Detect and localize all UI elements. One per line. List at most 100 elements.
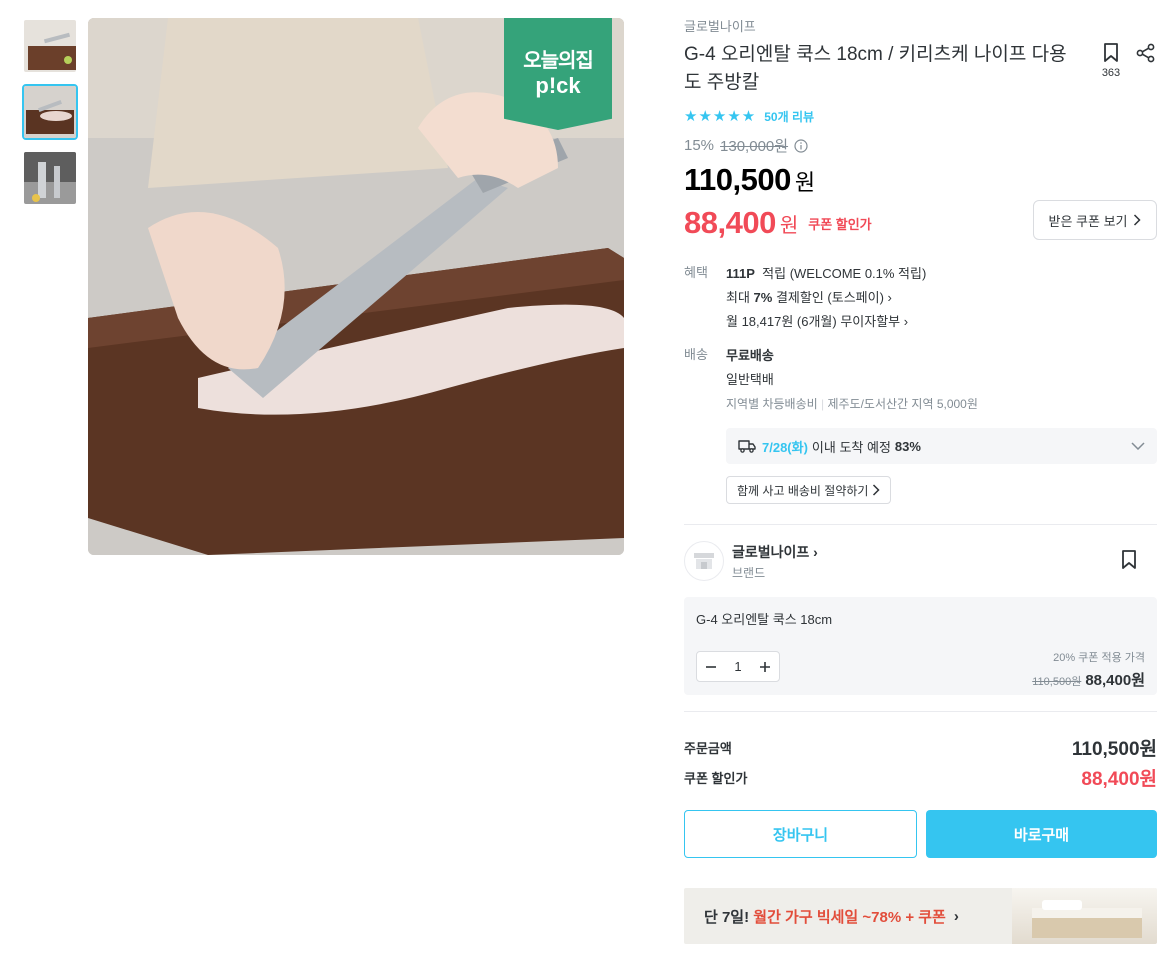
benefits-key: 혜택 [684,265,708,280]
bookmark-icon [1122,550,1136,569]
promo-banner[interactable]: 단 7일! 월간 가구 빅세일 ~78% + 쿠폰 › [684,888,1157,944]
pay-percent: 7% [753,290,773,305]
option-name: G-4 오리엔탈 쿡스 18cm [696,612,833,627]
together-wrapper: 함께 사고 배송비 절약하기 [726,464,1157,504]
chevron-right-icon: › [887,290,892,305]
order-total-value: 110,500원 [1071,738,1157,760]
discount-rate: 15% [684,137,715,154]
shipping-extra-b: 제주도/도서산간 지역 5,000원 [827,397,978,411]
points-line: 111P 적립 (WELCOME 0.1% 적립) [726,262,1157,286]
thumbnail-image [24,20,76,72]
bookmark-count: 363 [1101,67,1121,79]
purchase-buttons: 장바구니 바로구매 [684,810,1157,858]
quantity-value: 1 [734,659,742,674]
shipping-extra-a: 지역별 차등배송비 [726,397,818,411]
share-button[interactable] [1135,42,1157,79]
eta-date: 7/28(화) [762,439,808,455]
shipping-extra: 지역별 차등배송비 | 제주도/도서산간 지역 5,000원 [726,392,1157,416]
seller-name: 글로벌나이프 [732,543,810,560]
thumbnail-image [24,152,76,204]
review-count[interactable]: 50개 리뷰 [764,108,814,125]
eta-text: 이내 도착 예정 [811,439,891,455]
coupon-price-label: 쿠폰 할인가 [808,216,872,232]
star-rating-icon: ★★★★★ [684,108,757,125]
option-price-row: 110,500원 88,400원 [1032,669,1145,690]
rating-row[interactable]: ★★★★★ 50개 리뷰 [684,107,1157,125]
truck-icon [738,440,756,453]
selected-option-box: G-4 오리엔탈 쿡스 18cm 1 20% 쿠폰 적용 가격 110,500원… [684,597,1157,695]
pay-text: 결제할인 (토스페이) [775,290,884,305]
info-icon[interactable] [794,138,808,153]
bed-image [1032,900,1142,938]
shipping-type: 무료배송 [726,344,1157,368]
bundle-shipping-label: 함께 사고 배송비 절약하기 [737,483,869,498]
bundle-shipping-button[interactable]: 함께 사고 배송비 절약하기 [726,476,892,504]
divider [684,711,1157,712]
benefits-values: 111P 적립 (WELCOME 0.1% 적립) 최대 7% 결제할인 (토스… [726,262,1157,334]
store-icon [694,553,714,569]
eta-percent: 83% [894,438,921,454]
seller-sub: 브랜드 [732,565,766,580]
bookmark-button[interactable]: 363 [1101,42,1121,79]
order-total-label: 주문금액 [684,740,732,756]
chevron-right-icon [873,484,881,496]
shipping-values: 무료배송 일반택배 지역별 차등배송비 | 제주도/도서산간 지역 5,000원 [726,344,1157,416]
plus-icon[interactable] [759,661,771,673]
banner-prefix: 단 7일! [704,908,750,926]
shipping-key: 배송 [684,347,708,362]
seller-logo[interactable] [684,541,724,581]
coupon-total-value: 88,400원 [1081,768,1157,790]
title-actions: 363 [1101,42,1157,79]
product-info-panel: 글로벌나이프 G-4 오리엔탈 쿡스 18cm / 키리츠케 나이프 다용도 주… [684,0,1157,944]
share-icon [1136,43,1155,63]
option-price: 20% 쿠폰 적용 가격 110,500원 88,400원 [1032,649,1145,690]
chevron-right-icon: › [903,314,909,329]
separator: | [821,397,825,411]
badge-line1: 오늘의집 [523,50,594,72]
sale-price: 110,500 원 [684,162,1157,198]
seller-name-line: 글로벌나이프 › [732,542,818,562]
banner-image [1012,888,1157,944]
benefits-row: 혜택 111P 적립 (WELCOME 0.1% 적립) 최대 7% 결제할인 … [684,262,1157,334]
minus-icon[interactable] [705,661,717,673]
pick-badge: 오늘의집 p!ck [504,18,612,130]
sale-price-unit: 원 [794,170,815,195]
product-title: G-4 오리엔탈 쿡스 18cm / 키리츠케 나이프 다용도 주방칼 [684,44,1067,93]
banner-highlight: 월간 가구 빅세일 ~78% + 쿠폰 [753,908,946,926]
order-total-row: 주문금액 110,500원 [684,732,1157,762]
thumbnail-3[interactable] [22,150,78,206]
seller-row: 글로벌나이프 › 브랜드 [684,525,1157,597]
delivery-eta-dropdown[interactable]: 7/28(화) 이내 도착 예정 83% [726,428,1157,464]
chevron-down-icon [1131,442,1145,450]
chevron-right-icon: › [813,543,818,560]
thumbnail-2[interactable] [22,84,78,140]
coupon-price-unit: 원 [779,214,799,237]
points-amount: 111P [726,266,755,281]
shipping-type-text: 무료배송 [726,348,774,363]
shipping-row: 배송 무료배송 일반택배 지역별 차등배송비 | 제주도/도서산간 지역 5,0… [684,344,1157,416]
coupon-total-row: 쿠폰 할인가 88,400원 [684,762,1157,792]
pay-prefix: 최대 [726,290,750,305]
coupon-price-row: 88,400 원 쿠폰 할인가 받은 쿠폰 보기 [684,200,1157,244]
points-text: 적립 (WELCOME 0.1% 적립) [762,266,927,281]
quantity-stepper[interactable]: 1 [696,651,780,682]
seller-bookmark-button[interactable] [1119,549,1139,576]
option-price-caption: 20% 쿠폰 적용 가격 [1053,652,1145,664]
installment-line[interactable]: 월 18,417원 (6개월) 무이자할부 › [726,310,1157,334]
thumbnail-1[interactable] [22,18,78,74]
original-price-row: 15% 130,000원 [684,135,1157,156]
installment-text: 월 18,417원 (6개월) 무이자할부 [726,314,901,329]
buy-now-button[interactable]: 바로구매 [926,810,1157,858]
main-product-image[interactable]: 오늘의집 p!ck [88,18,624,555]
thumbnail-list [22,18,78,216]
pay-discount-line[interactable]: 최대 7% 결제할인 (토스페이) › [726,286,1157,310]
seller-info[interactable]: 글로벌나이프 › 브랜드 [732,542,818,581]
add-to-cart-button[interactable]: 장바구니 [684,810,917,858]
coupon-price-value: 88,400 [684,205,776,240]
option-original-price: 110,500원 [1032,676,1082,688]
totals-section: 주문금액 110,500원 쿠폰 할인가 88,400원 [684,732,1157,792]
shipping-method: 일반택배 [726,372,774,387]
view-coupons-button[interactable]: 받은 쿠폰 보기 [1033,200,1157,240]
coupon-total-label: 쿠폰 할인가 [684,770,748,786]
brand-link[interactable]: 글로벌나이프 [684,16,1157,35]
